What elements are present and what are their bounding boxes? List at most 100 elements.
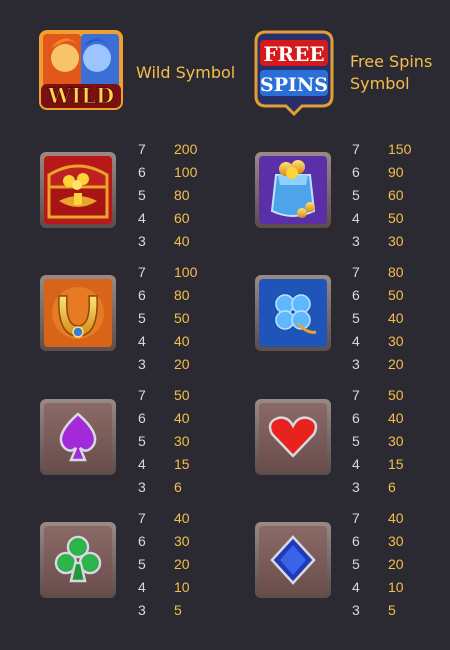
- symbol-count: 3: [352, 479, 360, 495]
- symbol-count: 4: [352, 210, 360, 226]
- pay-row: 7 80: [352, 264, 442, 287]
- pay-row: 7 50: [138, 387, 228, 410]
- pay-row: 4 30: [352, 333, 442, 356]
- pay-row: 7 50: [352, 387, 442, 410]
- pay-row: 6 30: [352, 533, 442, 556]
- pay-row: 6 100: [138, 164, 228, 187]
- payout-value: 150: [388, 141, 412, 157]
- club-icon: [40, 522, 116, 598]
- gold-sack-symbol: [254, 151, 332, 229]
- payout-value: 50: [174, 310, 190, 326]
- symbol-count: 6: [352, 410, 360, 426]
- symbol-count: 6: [138, 164, 146, 180]
- pay-row: 7 100: [138, 264, 228, 287]
- symbol-count: 6: [138, 410, 146, 426]
- symbol-count: 7: [138, 141, 146, 157]
- gold-sack-icon: [255, 152, 331, 228]
- pay-row: 6 40: [352, 410, 442, 433]
- pay-row: 5 80: [138, 187, 228, 210]
- free-spins-label-line-1: Free Spins: [350, 52, 433, 71]
- symbol-count: 5: [352, 187, 360, 203]
- pay-row: 4 60: [138, 210, 228, 233]
- heart-paytable: 7 50 6 40 5 30 4 15 3 6: [352, 387, 442, 502]
- pay-row: 4 40: [138, 333, 228, 356]
- free-spins-label-line-2: Symbol: [350, 74, 410, 93]
- symbol-count: 3: [138, 233, 146, 249]
- free-spins-icon-text-2: SPINS: [260, 74, 328, 96]
- payout-value: 30: [388, 233, 404, 249]
- free-spins-icon-text-1: FREE: [263, 42, 324, 66]
- free-spins-symbol: FREE SPINS: [252, 26, 336, 117]
- symbol-count: 3: [352, 356, 360, 372]
- payout-value: 60: [174, 210, 190, 226]
- symbol-count: 6: [138, 287, 146, 303]
- pay-row: 4 15: [138, 456, 228, 479]
- free-spins-icon: FREE SPINS: [254, 30, 334, 117]
- payout-value: 50: [174, 387, 190, 403]
- pay-row: 5 40: [352, 310, 442, 333]
- heart-symbol: [254, 398, 332, 476]
- payout-value: 100: [174, 264, 198, 280]
- payout-value: 50: [388, 387, 404, 403]
- diamond-paytable: 7 40 6 30 5 20 4 10 35: [352, 510, 442, 625]
- symbol-count: 3: [352, 602, 360, 618]
- payout-value: 100: [174, 164, 198, 180]
- pay-row: 3 40: [138, 233, 228, 256]
- symbol-count: 6: [352, 164, 360, 180]
- payout-value: 50: [388, 210, 404, 226]
- pay-row: 7 150: [352, 141, 442, 164]
- symbol-count: 5: [138, 433, 146, 449]
- pay-row: 4 15: [352, 456, 442, 479]
- symbol-count: 3: [352, 233, 360, 249]
- payout-value: 60: [388, 187, 404, 203]
- symbol-count: 7: [138, 387, 146, 403]
- pay-row: 5 60: [352, 187, 442, 210]
- payout-value: 30: [174, 533, 190, 549]
- payout-value: 30: [388, 433, 404, 449]
- payout-value: 30: [388, 333, 404, 349]
- payout-value: 40: [388, 310, 404, 326]
- wild-icon: WILD: [39, 30, 123, 110]
- horseshoe-symbol: [39, 274, 117, 352]
- symbol-count: 5: [352, 310, 360, 326]
- symbol-count: 4: [138, 456, 146, 472]
- symbol-count: 3: [138, 479, 146, 495]
- symbol-count: 5: [138, 187, 146, 203]
- payout-value: 30: [174, 433, 190, 449]
- payout-value: 15: [388, 456, 404, 472]
- diamond-icon: [255, 522, 331, 598]
- pay-row: 6 90: [352, 164, 442, 187]
- clover-paytable: 7 80 6 50 5 40 4 30 3 20: [352, 264, 442, 379]
- symbol-count: 6: [138, 533, 146, 549]
- payout-value: 40: [174, 410, 190, 426]
- pay-row: 4 10: [138, 579, 228, 602]
- pay-row: 3 20: [352, 356, 442, 379]
- free-spins-label: Free Spins Symbol: [350, 51, 432, 95]
- symbol-count: 7: [352, 510, 360, 526]
- diamond-symbol: [254, 521, 332, 599]
- spade-icon: [40, 399, 116, 475]
- gold-sack-paytable: 7 150 6 90 5 60 4 50 3 30: [352, 141, 442, 256]
- payout-value: 30: [388, 533, 404, 549]
- club-symbol: [39, 521, 117, 599]
- pay-row: 7 40: [138, 510, 228, 533]
- wild-symbol: WILD: [37, 28, 125, 112]
- payout-value: 6: [388, 479, 396, 495]
- payout-value: 5: [174, 602, 182, 618]
- payout-value: 80: [174, 287, 190, 303]
- pay-row: 4 50: [352, 210, 442, 233]
- payout-value: 40: [388, 510, 404, 526]
- pay-row: 3 20: [138, 356, 228, 379]
- pay-row: 5 50: [138, 310, 228, 333]
- payout-value: 80: [174, 187, 190, 203]
- symbol-count: 5: [352, 433, 360, 449]
- pay-row: 5 20: [352, 556, 442, 579]
- treasure-chest-icon: [40, 152, 116, 228]
- pay-row: 5 20: [138, 556, 228, 579]
- pay-row: 35: [352, 602, 442, 625]
- payout-value: 50: [388, 287, 404, 303]
- heart-icon: [255, 399, 331, 475]
- pay-row: 6 30: [138, 533, 228, 556]
- symbol-count: 7: [352, 387, 360, 403]
- payout-value: 6: [174, 479, 182, 495]
